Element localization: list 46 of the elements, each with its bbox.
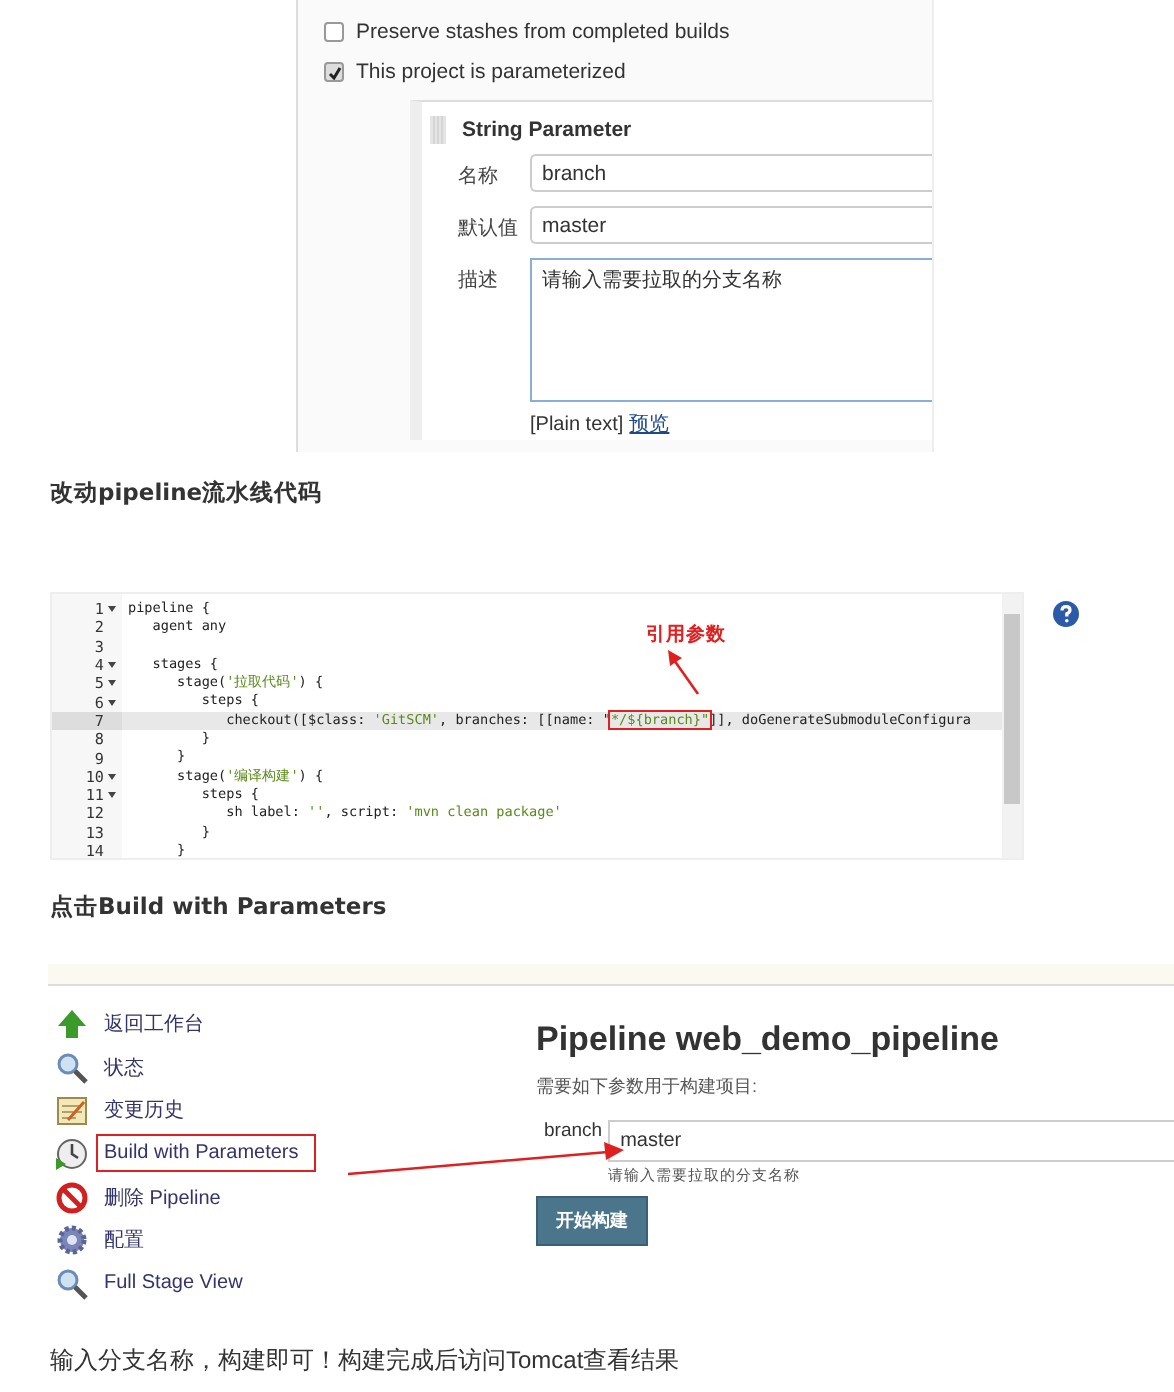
fold-icon[interactable] bbox=[108, 680, 116, 687]
sidebar-link[interactable]: Full Stage View bbox=[96, 1266, 251, 1301]
caption-text: 输入分支名称，构建即可！构建完成后访问Tomcat查看结果 bbox=[50, 1344, 680, 1378]
preview-link[interactable]: 预览 bbox=[629, 414, 670, 436]
section-heading: 点击Build with Parameters bbox=[48, 892, 389, 924]
page-title: Pipeline web_demo_pipeline bbox=[536, 1020, 1001, 1060]
help-icon bbox=[1052, 600, 1080, 628]
fold-icon[interactable] bbox=[108, 662, 116, 669]
checkbox-label: This project is parameterized bbox=[356, 60, 626, 84]
sidebar-link[interactable]: 变更历史 bbox=[96, 1090, 192, 1131]
sidebar-link[interactable]: 配置 bbox=[96, 1220, 152, 1261]
fold-icon[interactable] bbox=[108, 773, 116, 780]
checkbox-label: Preserve stashes from completed builds bbox=[356, 20, 730, 44]
forbidden-icon bbox=[56, 1181, 88, 1214]
magnifier-icon bbox=[56, 1267, 88, 1300]
panel-title: String Parameter bbox=[462, 118, 632, 142]
checkbox[interactable] bbox=[324, 62, 344, 82]
magnifier-icon bbox=[56, 1051, 88, 1084]
checkbox[interactable] bbox=[324, 22, 344, 42]
clock-icon bbox=[56, 1137, 88, 1170]
field-label: 默认值 bbox=[456, 216, 520, 242]
page-subtitle: 需要如下参数用于构建项目: bbox=[536, 1074, 760, 1100]
sidebar-link[interactable]: Build with Parameters bbox=[96, 1134, 317, 1173]
fold-icon[interactable] bbox=[108, 699, 116, 706]
scrollbar[interactable] bbox=[1002, 594, 1022, 858]
up-arrow-icon bbox=[56, 1007, 88, 1040]
sidebar-link[interactable]: 状态 bbox=[96, 1047, 152, 1088]
notepad-icon bbox=[56, 1094, 88, 1127]
field-label: 描述 bbox=[456, 267, 500, 294]
build-button[interactable]: 开始构建 bbox=[536, 1196, 648, 1246]
field-label: 名称 bbox=[456, 164, 500, 190]
drag-handle-icon bbox=[430, 116, 446, 144]
sidebar-link[interactable]: 返回工作台 bbox=[96, 1003, 212, 1044]
section-heading: 改动pipeline流水线代码 bbox=[48, 478, 325, 510]
input-field[interactable]: master bbox=[530, 206, 932, 244]
annotation-arrow bbox=[664, 648, 704, 696]
input-field[interactable]: master bbox=[608, 1120, 1174, 1162]
annotation-label: 引用参数 bbox=[646, 622, 726, 648]
sidebar-link[interactable]: 删除 Pipeline bbox=[96, 1177, 229, 1218]
gear-icon bbox=[56, 1224, 88, 1257]
format-note: [Plain text] bbox=[530, 414, 624, 436]
text-area[interactable]: 请输入需要拉取的分支名称 bbox=[530, 258, 932, 402]
fold-icon[interactable] bbox=[108, 606, 116, 613]
field-label: branch bbox=[542, 1120, 605, 1146]
fold-icon[interactable] bbox=[108, 792, 116, 799]
input-field[interactable]: branch bbox=[530, 154, 932, 192]
